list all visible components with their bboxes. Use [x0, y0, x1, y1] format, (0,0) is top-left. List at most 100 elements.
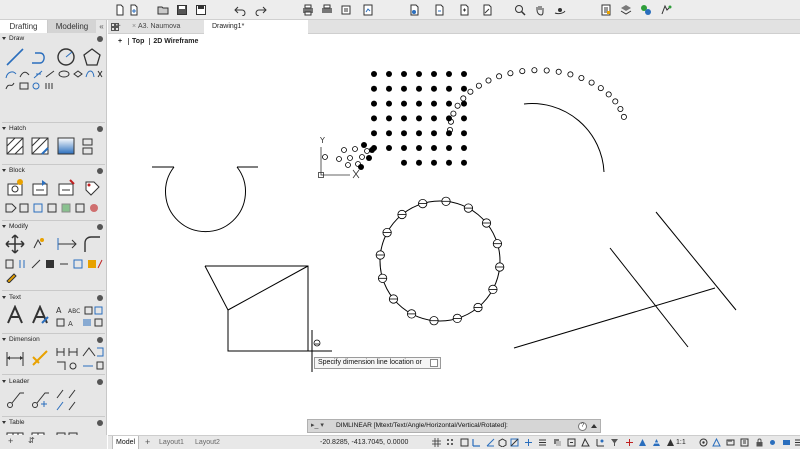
- bead[interactable]: [473, 302, 483, 313]
- circle-bead-array[interactable]: [375, 196, 505, 326]
- zoom-icon[interactable]: [514, 4, 526, 16]
- grid-dot[interactable]: [401, 130, 407, 137]
- coordinate-readout[interactable]: -20.8285, -413.7045, 0.0000: [320, 436, 408, 449]
- small-circle-cluster[interactable]: [322, 146, 370, 168]
- arc-array-circle[interactable]: [450, 110, 457, 117]
- doc-tab-drawing1[interactable]: Drawing1*: [204, 20, 308, 34]
- grid-dot[interactable]: [416, 100, 422, 107]
- sheet-set-icon[interactable]: [408, 4, 420, 16]
- bead[interactable]: [377, 273, 388, 283]
- grid-dot[interactable]: [461, 145, 467, 151]
- grid-dot[interactable]: [431, 130, 437, 137]
- command-help-button[interactable]: ?: [578, 422, 587, 431]
- grid-dot[interactable]: [386, 71, 392, 77]
- polygon-tool-icon[interactable]: [82, 47, 102, 67]
- grid-dot[interactable]: [431, 100, 437, 107]
- snap-toggle-icon[interactable]: [446, 438, 455, 447]
- bead[interactable]: [388, 294, 399, 304]
- gizmo-icon[interactable]: [625, 438, 634, 447]
- grid-dot[interactable]: [446, 145, 452, 151]
- grid-dot[interactable]: [401, 115, 407, 122]
- section-options-icon[interactable]: [97, 168, 103, 174]
- dot-grid-array[interactable]: [371, 71, 467, 166]
- workspace-switch-icon[interactable]: [699, 438, 708, 447]
- tab-modeling[interactable]: Modeling: [48, 20, 96, 33]
- single-line-text-icon[interactable]: [30, 305, 50, 325]
- grid-dot[interactable]: [416, 145, 422, 151]
- add-layout-button[interactable]: +: [142, 436, 153, 449]
- arc-array-circle[interactable]: [467, 88, 474, 95]
- section-dimension[interactable]: Dimension: [0, 335, 107, 345]
- infer-constraints-icon[interactable]: [460, 438, 469, 447]
- 3d-osnap-icon[interactable]: [581, 438, 590, 447]
- command-line[interactable]: ▸_ ▾ DIMLINEAR [Mtext/Text/Angle/Horizon…: [307, 419, 601, 433]
- arc-array-circle[interactable]: [531, 67, 538, 74]
- arc-array-circle[interactable]: [555, 68, 562, 75]
- section-options-icon[interactable]: [97, 224, 103, 230]
- dynamic-ucs-icon[interactable]: [596, 438, 605, 447]
- copy-tool-icon[interactable]: [32, 236, 46, 250]
- arc-array-circle[interactable]: [617, 106, 624, 113]
- text-tools-grid-icon[interactable]: A ABC A: [55, 305, 105, 329]
- save-icon[interactable]: [176, 4, 188, 16]
- plot-icon[interactable]: [362, 4, 374, 16]
- bead[interactable]: [495, 262, 505, 272]
- customization-menu-icon[interactable]: [794, 438, 800, 447]
- bead[interactable]: [382, 228, 392, 238]
- grid-dot[interactable]: [461, 85, 467, 92]
- linear-dimension-icon[interactable]: [5, 348, 25, 368]
- section-table[interactable]: Table: [0, 418, 107, 428]
- grid-dot[interactable]: [371, 71, 377, 77]
- block-attribute-icon[interactable]: [82, 178, 102, 198]
- lock-ui-icon[interactable]: [755, 438, 764, 447]
- orbit-icon[interactable]: [554, 4, 566, 16]
- doc-tab-a3-naumova[interactable]: × A3. Naumova: [130, 20, 210, 34]
- tab-drafting[interactable]: Drafting: [0, 20, 48, 33]
- arc-array-circle[interactable]: [605, 91, 612, 98]
- grid-dot[interactable]: [446, 85, 452, 92]
- section-options-icon[interactable]: [97, 379, 103, 385]
- viewport-menu-button[interactable]: +: [115, 38, 126, 45]
- dimension-grip-icon[interactable]: [313, 339, 321, 347]
- palette-settings-button[interactable]: ⇵: [28, 436, 35, 445]
- grid-dot[interactable]: [401, 100, 407, 107]
- grid-dot[interactable]: [386, 85, 392, 92]
- section-text[interactable]: Text: [0, 293, 107, 303]
- new-file-icon[interactable]: [114, 4, 126, 16]
- grid-dot[interactable]: [401, 145, 407, 151]
- arc-array-circle[interactable]: [496, 73, 503, 80]
- section-leader[interactable]: Leader: [0, 377, 107, 387]
- arc-array-circle[interactable]: [588, 79, 595, 86]
- selection-cycling-icon[interactable]: [567, 438, 576, 447]
- section-modify[interactable]: Modify: [0, 222, 107, 232]
- bead[interactable]: [452, 313, 462, 323]
- tab-layout1[interactable]: Layout1: [156, 436, 187, 449]
- save-as-icon[interactable]: [195, 4, 207, 16]
- arc-array-circle[interactable]: [612, 98, 619, 105]
- grid-dot[interactable]: [446, 159, 452, 166]
- arc-array-circle[interactable]: [519, 68, 526, 75]
- quick-dimension-icon[interactable]: [30, 348, 50, 368]
- crossing-lines[interactable]: [513, 211, 737, 349]
- modify-tools-row-icon[interactable]: [4, 258, 104, 270]
- layer-state-icon[interactable]: [660, 4, 672, 16]
- bead[interactable]: [418, 199, 428, 209]
- grid-toggle-icon[interactable]: [432, 438, 441, 447]
- grid-dot[interactable]: [431, 159, 437, 166]
- circle-tool-icon[interactable]: [56, 47, 76, 67]
- grid-dot[interactable]: [446, 71, 452, 77]
- isolate-objects-icon[interactable]: [768, 438, 777, 447]
- polyline-tool-icon[interactable]: [30, 47, 50, 67]
- grid-dot[interactable]: [416, 85, 422, 92]
- arc-array-circle[interactable]: [567, 71, 574, 78]
- section-options-icon[interactable]: [97, 420, 103, 426]
- annotation-visibility-icon[interactable]: [638, 438, 647, 447]
- stretch-tool-icon[interactable]: [56, 236, 80, 252]
- grid-dot[interactable]: [401, 71, 407, 77]
- grid-dot[interactable]: [386, 100, 392, 107]
- annotation-scale-value[interactable]: 1:1: [676, 436, 686, 449]
- leader-add-icon[interactable]: [30, 389, 50, 409]
- grid-dot[interactable]: [401, 159, 407, 166]
- gradient-tool-icon[interactable]: [56, 136, 76, 156]
- arc-array-circle[interactable]: [460, 95, 467, 102]
